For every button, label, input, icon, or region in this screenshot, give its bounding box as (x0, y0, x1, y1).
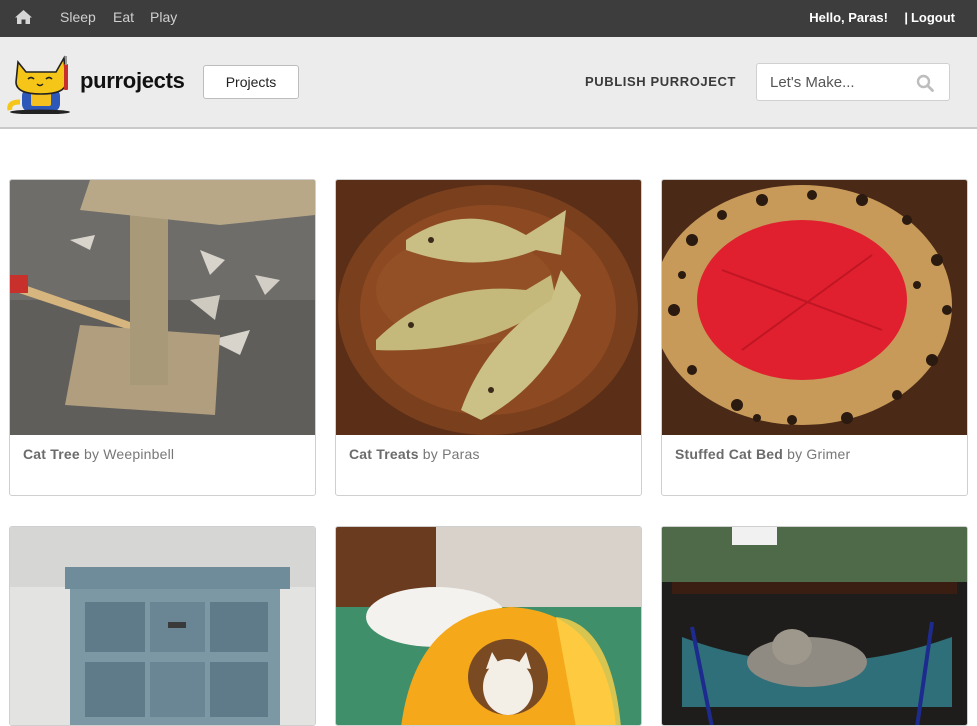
logout-link[interactable]: Logout (911, 10, 955, 25)
search-box (756, 63, 950, 101)
project-author[interactable]: Paras (442, 446, 480, 462)
project-card[interactable] (335, 526, 642, 726)
project-card[interactable]: Stuffed Cat Bed by Grimer (661, 179, 968, 496)
search-icon[interactable] (916, 74, 934, 92)
project-card[interactable]: Cat Tree by Weepinbell (9, 179, 316, 496)
brand-name[interactable]: purrojects (80, 68, 185, 94)
nav-link-sleep[interactable]: Sleep (60, 9, 96, 25)
by-label: by (422, 446, 438, 462)
project-image[interactable] (336, 180, 641, 435)
project-image[interactable] (10, 180, 315, 435)
project-author[interactable]: Grimer (806, 446, 850, 462)
project-title[interactable]: Cat Tree (23, 446, 80, 462)
project-card[interactable]: Cat Treats by Paras (335, 179, 642, 496)
user-greeting: Hello, Paras! (809, 10, 888, 25)
home-icon[interactable] (14, 9, 33, 25)
project-card[interactable] (661, 526, 968, 726)
project-image[interactable] (336, 527, 641, 726)
top-navbar: Sleep Eat Play Hello, Paras! | Logout (0, 0, 977, 37)
project-caption: Cat Treats by Paras (349, 446, 480, 462)
project-title[interactable]: Stuffed Cat Bed (675, 446, 783, 462)
project-card[interactable] (9, 526, 316, 726)
search-input[interactable] (757, 64, 907, 100)
separator: | (904, 10, 908, 25)
project-caption: Cat Tree by Weepinbell (23, 446, 174, 462)
cat-mascot-logo[interactable] (6, 52, 76, 114)
project-author[interactable]: Weepinbell (103, 446, 174, 462)
nav-link-eat[interactable]: Eat (113, 9, 134, 25)
nav-link-play[interactable]: Play (150, 9, 177, 25)
project-image[interactable] (10, 527, 315, 726)
by-label: by (787, 446, 803, 462)
site-header: purrojects Projects PUBLISH PURROJECT (0, 37, 977, 129)
project-image[interactable] (662, 180, 967, 435)
publish-purroject-link[interactable]: PUBLISH PURROJECT (585, 74, 736, 89)
by-label: by (83, 446, 100, 462)
projects-button[interactable]: Projects (203, 65, 299, 99)
project-image[interactable] (662, 527, 967, 726)
project-title[interactable]: Cat Treats (349, 446, 419, 462)
project-caption: Stuffed Cat Bed by Grimer (675, 446, 850, 462)
